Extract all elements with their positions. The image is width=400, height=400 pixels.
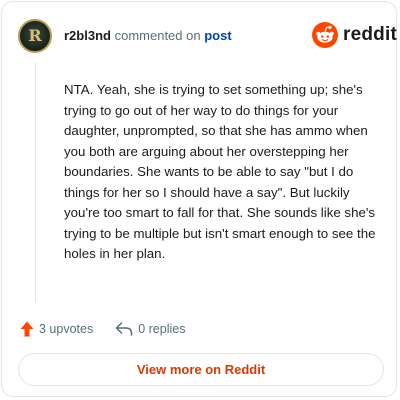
- reddit-snoo-icon: [312, 22, 338, 48]
- comment-actions: 3 upvotes 0 replies: [20, 319, 185, 339]
- avatar-letter: R: [28, 26, 42, 45]
- replies-button[interactable]: 0 replies: [115, 322, 185, 336]
- upvotes-count: 3 upvotes: [39, 322, 94, 336]
- view-more-button[interactable]: View more on Reddit: [18, 353, 384, 386]
- comment-header: r2bl3nd commented on post: [64, 28, 232, 44]
- upvote-button[interactable]: 3 upvotes: [20, 321, 93, 337]
- reddit-logo[interactable]: reddit: [312, 22, 397, 48]
- thread-line: [35, 62, 36, 302]
- reply-arrow-icon: [115, 322, 133, 336]
- reddit-wordmark: reddit: [343, 24, 397, 45]
- upvote-arrow-icon: [20, 321, 34, 337]
- avatar[interactable]: R: [18, 19, 52, 53]
- replies-count: 0 replies: [138, 322, 186, 336]
- comment-embed-card: R r2bl3nd commented on post reddit NTA. …: [1, 1, 397, 397]
- comment-body: NTA. Yeah, she is trying to set somethin…: [64, 82, 376, 261]
- post-link[interactable]: post: [204, 28, 231, 43]
- username-link[interactable]: r2bl3nd: [64, 28, 111, 43]
- commented-on-text: commented on: [114, 28, 201, 43]
